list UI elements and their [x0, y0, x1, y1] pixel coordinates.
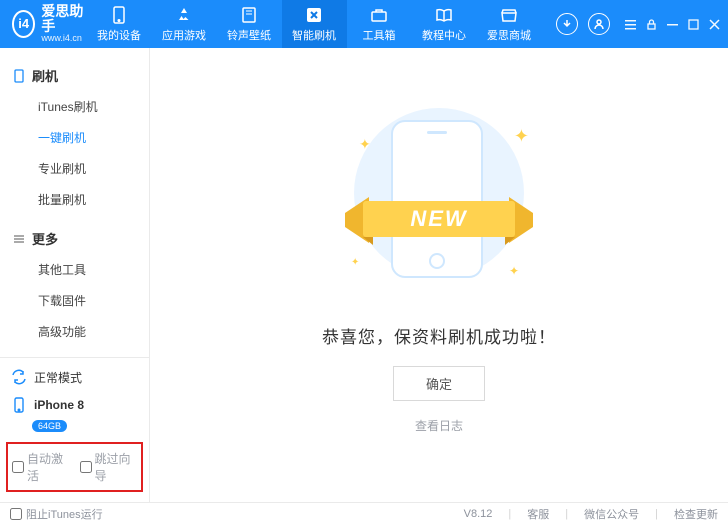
menu-icon[interactable] — [624, 18, 637, 31]
nav-ringtone[interactable]: 铃声壁纸 — [217, 0, 282, 48]
version-label: V8.12 — [464, 508, 493, 520]
sidebar-section-more: 更多 — [0, 221, 149, 254]
maximize-button[interactable] — [687, 18, 700, 31]
sidebar-item-download-firmware[interactable]: 下载固件 — [0, 285, 149, 316]
toolbox-icon — [370, 6, 388, 24]
user-button[interactable] — [588, 13, 610, 35]
device-phone-icon — [10, 396, 28, 414]
app-logo: i4 爱思助手 www.i4.cn — [0, 4, 87, 45]
device-name: iPhone 8 — [8, 394, 141, 418]
phone-icon — [110, 6, 128, 24]
lock-icon[interactable] — [645, 18, 658, 31]
success-illustration: ✦✦✦✦ NEW — [329, 108, 549, 298]
check-update-link[interactable]: 检查更新 — [674, 506, 718, 522]
sidebar-item-onekey-flash[interactable]: 一键刷机 — [0, 122, 149, 153]
new-badge-text: NEW — [329, 206, 549, 232]
nav-mall[interactable]: 爱思商城 — [477, 0, 542, 48]
prevent-itunes-checkbox[interactable]: 阻止iTunes运行 — [10, 506, 103, 522]
close-button[interactable] — [708, 18, 721, 31]
shop-icon — [500, 6, 518, 24]
nav-apps[interactable]: 应用游戏 — [152, 0, 217, 48]
auto-activate-checkbox[interactable]: 自动激活 — [12, 450, 70, 484]
flash-icon — [305, 6, 323, 24]
brand-site: www.i4.cn — [41, 34, 86, 44]
nav-tutorial[interactable]: 教程中心 — [412, 0, 477, 48]
apps-icon — [175, 6, 193, 24]
nav-toolbox[interactable]: 工具箱 — [347, 0, 412, 48]
device-mode: 正常模式 — [8, 364, 141, 394]
highlighted-options: 自动激活 跳过向导 — [6, 442, 143, 492]
phone-small-icon — [12, 69, 26, 83]
ok-button[interactable]: 确定 — [393, 366, 485, 401]
nav-my-device[interactable]: 我的设备 — [87, 0, 152, 48]
wechat-link[interactable]: 微信公众号 — [584, 506, 639, 522]
sidebar-item-other-tools[interactable]: 其他工具 — [0, 254, 149, 285]
sidebar-item-pro-flash[interactable]: 专业刷机 — [0, 153, 149, 184]
sidebar-item-itunes-flash[interactable]: iTunes刷机 — [0, 91, 149, 122]
sync-icon — [10, 368, 28, 386]
sidebar-section-flash: 刷机 — [0, 58, 149, 91]
download-button[interactable] — [556, 13, 578, 35]
skip-wizard-checkbox[interactable]: 跳过向导 — [80, 450, 138, 484]
success-message: 恭喜您，保资料刷机成功啦！ — [322, 323, 556, 348]
sidebar-item-advanced[interactable]: 高级功能 — [0, 316, 149, 347]
book-icon — [435, 6, 453, 24]
music-icon — [240, 6, 258, 24]
sidebar-item-batch-flash[interactable]: 批量刷机 — [0, 184, 149, 215]
logo-icon: i4 — [12, 10, 35, 38]
support-link[interactable]: 客服 — [527, 506, 549, 522]
storage-badge: 64GB — [32, 420, 67, 432]
brand-name: 爱思助手 — [41, 4, 86, 35]
view-log-link[interactable]: 查看日志 — [415, 417, 463, 434]
nav-flash[interactable]: 智能刷机 — [282, 0, 347, 48]
minimize-button[interactable] — [666, 18, 679, 31]
more-icon — [12, 233, 26, 245]
